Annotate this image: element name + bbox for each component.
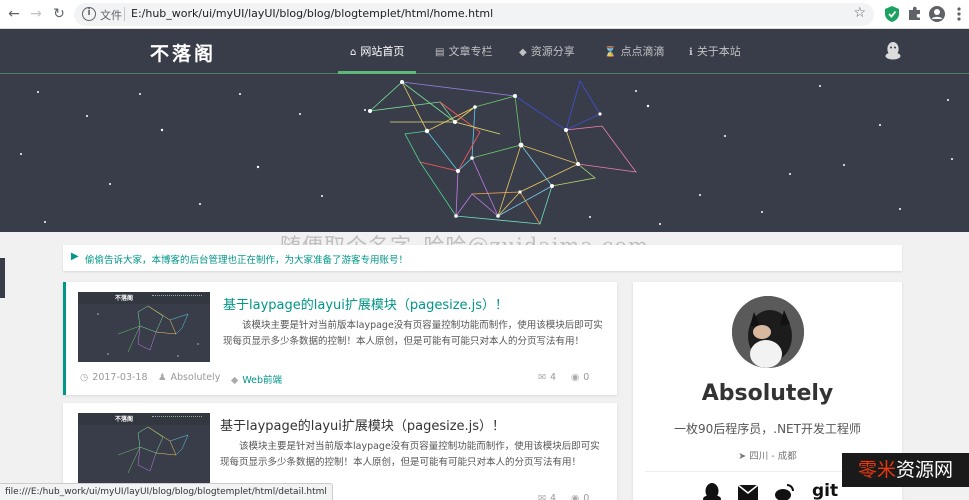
notice-text: 偷偷告诉大家，本博客的后台管理也正在制作，为大家准备了游客专用账号！ [85, 255, 409, 266]
home-icon: ⌂ [350, 47, 357, 58]
location-icon: ➤ [738, 451, 747, 462]
tag-icon: ◆ [231, 375, 239, 386]
nav-item-articles[interactable]: ▤ 文章专栏 [435, 29, 492, 74]
author-text: Absolutely [170, 372, 221, 383]
side-panel-handle[interactable] [0, 258, 5, 298]
date-text: 2017-03-18 [92, 372, 148, 383]
constellation-graphic [20, 80, 953, 225]
avatar [732, 296, 804, 368]
article-author: ♟ Absolutely [158, 372, 220, 383]
site-header: 不落阁 ⌂ 网站首页 ▤ 文章专栏 ◆ 资源分享 ⌛ 点点滴滴 ℹ 关于本站 [0, 29, 969, 74]
nav-item-home[interactable]: ⌂ 网站首页 [337, 29, 417, 74]
thumbnail-graphic [117, 426, 189, 474]
article-title[interactable]: 基于laypage的layui扩展模块（pagesize.js）！ [220, 415, 505, 434]
nav-label: 网站首页 [360, 45, 405, 58]
thumbnail-nav [152, 416, 202, 419]
hourglass-icon: ⌛ [604, 47, 617, 58]
article-thumbnail[interactable]: 不落阁 [78, 413, 210, 483]
article-card[interactable]: 不落阁 基于laypage的layui扩展模块（pagesize.js）！ 该模… [63, 282, 617, 395]
comment-icon: ✉ [538, 493, 546, 500]
article-thumbnail[interactable]: 不落阁 [78, 292, 210, 362]
thumbnail-header: 不落阁 [78, 413, 210, 425]
email-icon[interactable] [737, 481, 759, 500]
star-icon[interactable]: ☆ [853, 5, 866, 21]
thumbnail-logo: 不落阁 [115, 416, 134, 423]
user-icon: ♟ [158, 372, 167, 383]
tag-text: Web前端 [242, 375, 283, 386]
omnibox-divider [124, 7, 125, 21]
weibo-icon[interactable] [773, 481, 795, 500]
nav-item-moments[interactable]: ⌛ 点点滴滴 [604, 29, 664, 74]
forward-icon[interactable]: → [26, 4, 46, 24]
thumbnail-header: 不落阁 [78, 292, 210, 304]
back-icon[interactable]: ← [4, 4, 24, 24]
thumbnail-graphic [97, 305, 199, 357]
eye-icon: ◉ [571, 493, 580, 500]
info-icon[interactable]: i [82, 7, 96, 21]
article-comments[interactable]: ✉ 4 [538, 372, 556, 383]
git-icon[interactable]: git [812, 481, 838, 500]
shield-extension-icon[interactable] [883, 5, 901, 23]
address-bar[interactable]: i 文件 E:/hub_work/ui/myUI/layUI/blog/blog… [74, 3, 874, 26]
author-name: Absolutely [701, 381, 834, 406]
comment-count: 4 [549, 493, 557, 500]
article-date: ◷ 2017-03-18 [80, 372, 148, 383]
location-text: 四川 - 成都 [749, 451, 797, 462]
account-icon[interactable] [928, 5, 946, 23]
nav-item-about[interactable]: ℹ 关于本站 [689, 29, 741, 74]
eye-icon: ◉ [571, 372, 580, 383]
hero-banner [0, 74, 969, 232]
qq-icon[interactable] [701, 481, 723, 500]
nav-label: 资源分享 [530, 45, 575, 58]
view-count: 0 [583, 493, 590, 500]
badge-text: 资源网 [896, 459, 954, 481]
tag-icon: ◆ [519, 47, 527, 58]
clock-icon: ◷ [80, 372, 89, 383]
nav-item-resources[interactable]: ◆ 资源分享 [519, 29, 575, 74]
site-badge: 零米资源网 [842, 453, 969, 487]
nav-label: 文章专栏 [448, 45, 493, 58]
notice-bar: ▶ 偷偷告诉大家，本博客的后台管理也正在制作，为大家准备了游客专用账号！ [63, 245, 902, 271]
comment-icon: ✉ [538, 372, 546, 383]
article-summary: 该模块主要是针对当前版本laypage没有页容量控制功能而制作，使用该模块后即可… [220, 441, 600, 468]
file-icon: ▤ [435, 47, 445, 58]
article-title[interactable]: 基于laypage的layui扩展模块（pagesize.js）！ [223, 294, 508, 313]
nav-label: 关于本站 [696, 45, 741, 58]
info-icon: ℹ [689, 47, 693, 58]
browser-toolbar: ← → ↻ i 文件 E:/hub_work/ui/myUI/layUI/blo… [0, 0, 969, 29]
reload-icon[interactable]: ↻ [49, 4, 69, 24]
site-logo[interactable]: 不落阁 [150, 39, 216, 66]
article-views: ◉ 0 [571, 493, 589, 500]
view-count: 0 [583, 372, 590, 383]
nav-label: 点点滴滴 [620, 45, 665, 58]
qq-icon[interactable] [884, 41, 902, 61]
badge-text-accent: 零米 [857, 459, 896, 481]
article-comments[interactable]: ✉ 4 [538, 493, 556, 500]
puzzle-extension-icon[interactable] [906, 5, 924, 23]
comment-count: 4 [549, 372, 557, 383]
menu-icon[interactable] [950, 5, 968, 23]
article-views: ◉ 0 [571, 372, 589, 383]
author-bio: 一枚90后程序员，.NET开发工程师 [674, 422, 861, 436]
status-bar-url: file:///E:/hub_work/ui/myUI/layUI/blog/b… [0, 483, 333, 500]
scheme-label: 文件 [100, 9, 122, 22]
article-tag[interactable]: ◆ Web前端 [231, 372, 282, 386]
thumbnail-logo: 不落阁 [115, 295, 134, 302]
volume-icon: ▶ [71, 251, 79, 262]
url-text[interactable]: E:/hub_work/ui/myUI/layUI/blog/blog/blog… [131, 7, 493, 20]
article-summary: 该模块主要是针对当前版本laypage没有页容量控制功能而制作，使用该模块后即可… [223, 320, 603, 347]
thumbnail-nav [152, 295, 202, 298]
